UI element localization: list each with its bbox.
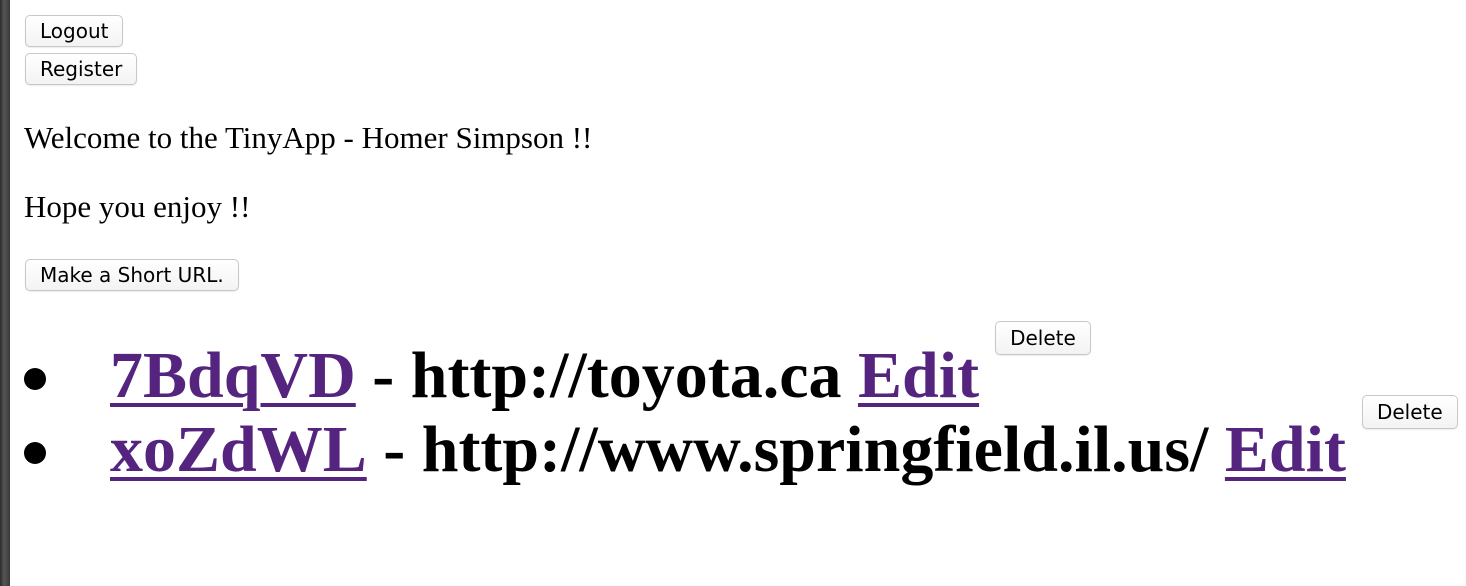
bullet-icon [24, 442, 46, 464]
url-entry: 7BdqVD - http://toyota.ca Edit Delete [110, 321, 1105, 416]
delete-button[interactable]: Delete [995, 321, 1091, 355]
short-url-link[interactable]: 7BdqVD [110, 336, 356, 416]
delete-button-wrap: Delete [995, 321, 1105, 397]
delete-button[interactable]: Delete [1361, 395, 1458, 429]
url-entry: xoZdWL - http://www.springfield.il.us/ E… [110, 395, 1466, 490]
welcome-text: Welcome to the TinyApp - Homer Simpson !… [24, 120, 593, 155]
delete-button-wrap: Delete [1361, 395, 1466, 471]
enjoy-text: Hope you enjoy !! [24, 189, 251, 224]
logout-button[interactable]: Logout [25, 15, 124, 47]
url-list-item: xoZdWL - http://www.springfield.il.us/ E… [10, 395, 1466, 490]
register-button[interactable]: Register [25, 53, 138, 85]
bullet-icon [24, 368, 46, 390]
short-url-link[interactable]: xoZdWL [110, 410, 367, 490]
edit-link[interactable]: Edit [1225, 410, 1346, 490]
make-short-url-button[interactable]: Make a Short URL. [25, 259, 239, 291]
url-separator: - [366, 413, 422, 486]
url-list-item: 7BdqVD - http://toyota.ca Edit Delete [10, 321, 1466, 416]
window-edge [0, 0, 10, 586]
long-url-text: http://www.springfield.il.us/ [421, 413, 1209, 486]
url-separator: - [355, 339, 411, 412]
long-url-text: http://toyota.ca [410, 339, 842, 412]
edit-link[interactable]: Edit [858, 336, 979, 416]
page: Logout Register Welcome to the TinyApp -… [10, 0, 1466, 586]
